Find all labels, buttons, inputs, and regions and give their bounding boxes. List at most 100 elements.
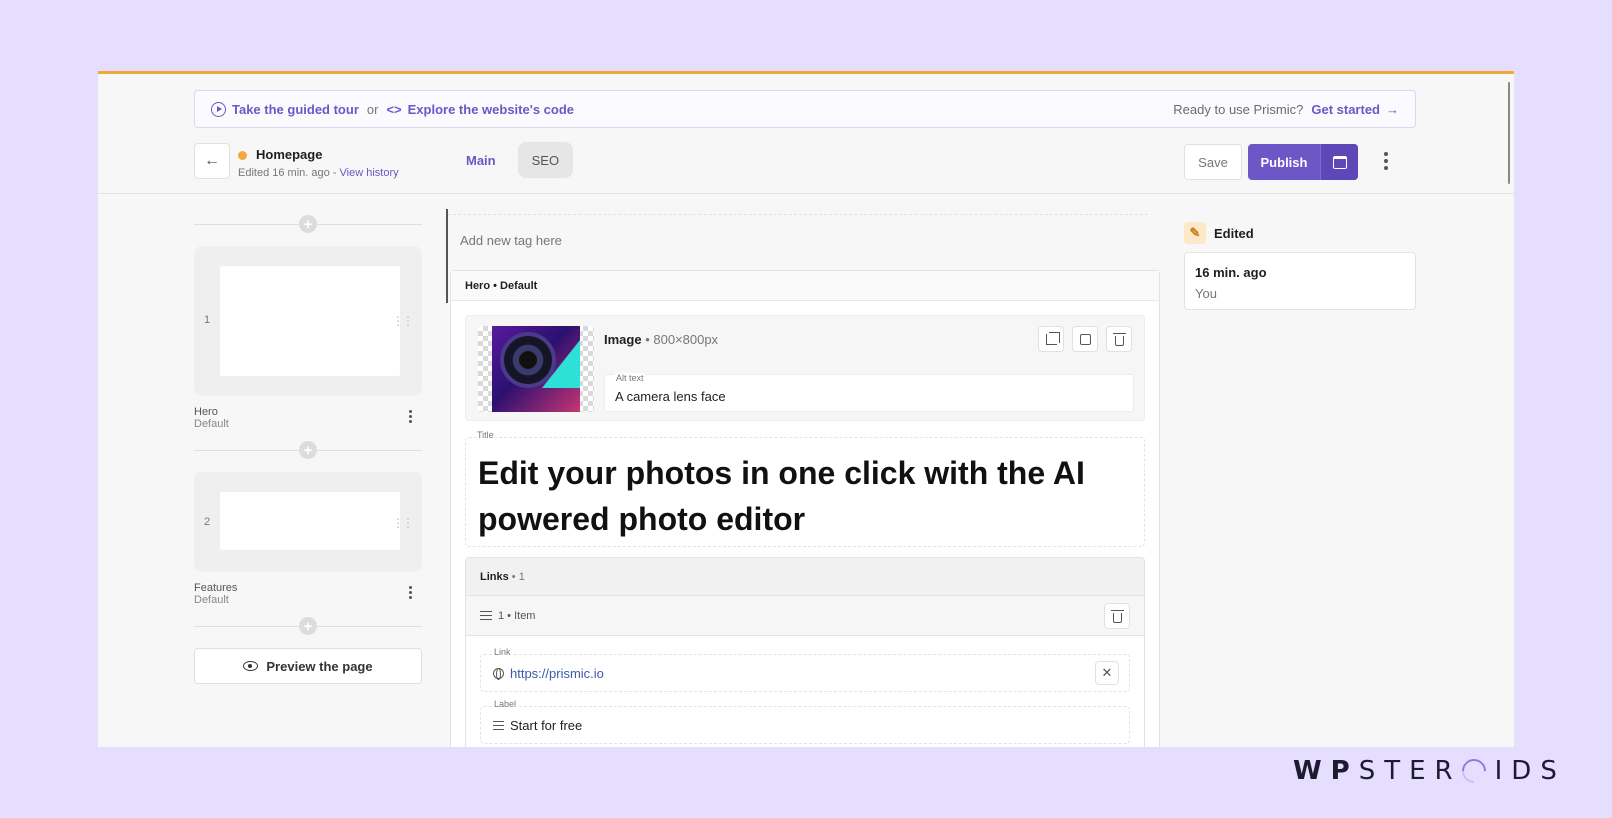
banner-right: Ready to use Prismic? Get started →	[1173, 102, 1399, 117]
slice-editor-hero: Hero • Default Image • 800×800px Alt tex…	[450, 270, 1160, 747]
back-button[interactable]: ←	[194, 143, 230, 179]
drag-handle-icon[interactable]: ⋮⋮	[392, 516, 414, 530]
alt-text-label: Alt text	[615, 373, 645, 383]
arrow-right-icon: →	[1386, 101, 1399, 117]
slice-name: Features	[194, 582, 238, 594]
slice-variation: Default	[194, 594, 229, 606]
image-replace-icon	[1079, 333, 1091, 345]
title-field[interactable]: Title Edit your photos in one click with…	[465, 430, 1145, 547]
image-field: Image • 800×800px Alt text A camera lens…	[465, 315, 1145, 421]
slice-index: 2	[204, 516, 211, 528]
document-meta: Edited 16 min. ago - View history	[238, 167, 399, 179]
links-count: • 1	[508, 571, 525, 583]
code-icon: <>	[386, 101, 402, 117]
close-icon: ✕	[1101, 665, 1113, 680]
ready-text: Ready to use Prismic?	[1173, 101, 1304, 117]
edited-text: Edited 16 min. ago -	[238, 167, 340, 179]
image-dimensions: • 800×800px	[641, 332, 719, 347]
logo-text-b: IDS	[1494, 756, 1566, 786]
add-slice-divider: +	[194, 214, 422, 234]
trash-icon	[1110, 609, 1124, 623]
image-actions	[1038, 326, 1132, 352]
add-slice-button[interactable]: +	[299, 215, 317, 233]
label-text: Start for free	[510, 718, 583, 733]
status-dot	[238, 151, 247, 160]
drag-handle-icon[interactable]: ⋮⋮	[392, 314, 414, 328]
logo-text-a: STER	[1358, 756, 1462, 786]
guided-tour-link[interactable]: Take the guided tour	[211, 101, 359, 117]
history-time: 16 min. ago	[1195, 265, 1267, 280]
slice-label-features: Features Default	[194, 582, 422, 606]
alt-text-value: A camera lens face	[615, 389, 726, 404]
delete-item-button[interactable]	[1104, 603, 1130, 629]
prismic-editor-window: Take the guided tour or <> Explore the w…	[98, 71, 1514, 747]
guided-tour-label: Take the guided tour	[232, 101, 359, 117]
links-group: Links • 1 1 • Item Link https://prismic.…	[465, 557, 1145, 747]
label-field[interactable]: Label Start for free	[480, 699, 1130, 744]
status-header: ✎ Edited	[1184, 222, 1254, 244]
crop-icon	[1045, 331, 1060, 345]
slice-options-button[interactable]	[409, 410, 412, 423]
image-label: Image	[604, 332, 642, 347]
get-started-link[interactable]: Get started →	[1311, 102, 1399, 117]
publish-button[interactable]: Publish	[1248, 144, 1320, 180]
alt-text-field[interactable]: Alt text A camera lens face	[604, 373, 1134, 412]
image-title: Image • 800×800px	[604, 332, 718, 347]
wpsteroids-logo: WP STER IDS	[1293, 754, 1566, 788]
slice-options-button[interactable]	[409, 586, 412, 599]
cyan-triangle	[542, 340, 580, 388]
slice-name: Hero	[194, 406, 218, 418]
item-label: 1 • Item	[498, 609, 536, 622]
view-history-link[interactable]: View history	[340, 167, 399, 179]
onboarding-banner: Take the guided tour or <> Explore the w…	[194, 90, 1416, 128]
replace-image-button[interactable]	[1072, 326, 1098, 352]
history-user: You	[1195, 286, 1217, 301]
slice-variation: Default	[194, 418, 229, 430]
slice-label-hero: Hero Default	[194, 406, 422, 430]
label-value: Start for free	[493, 718, 582, 733]
explore-code-label: Explore the website's code	[407, 101, 575, 117]
or-text: or	[366, 101, 379, 117]
add-slice-button[interactable]: +	[299, 617, 317, 635]
slice-card-features[interactable]: 2 ⋮⋮	[194, 472, 422, 572]
image-thumbnail[interactable]	[478, 326, 594, 412]
tab-main[interactable]: Main	[452, 142, 510, 178]
tab-seo[interactable]: SEO	[517, 142, 574, 178]
save-button[interactable]: Save	[1184, 144, 1242, 180]
title-value: Edit your photos in one click with the A…	[478, 455, 1085, 537]
title-label: Title	[476, 430, 495, 440]
add-slice-divider: +	[194, 440, 422, 460]
link-value: https://prismic.io	[493, 666, 604, 681]
link-field[interactable]: Link https://prismic.io ✕	[480, 647, 1130, 692]
slice-card-hero[interactable]: 1 ⋮⋮	[194, 246, 422, 396]
slice-header: Hero • Default	[451, 271, 1159, 301]
links-header: Links • 1	[466, 558, 1144, 596]
delete-image-button[interactable]	[1106, 326, 1132, 352]
document-tabs: Main SEO	[452, 142, 574, 178]
links-label: Links	[480, 571, 509, 583]
add-slice-divider: +	[194, 616, 422, 636]
play-icon	[211, 101, 226, 117]
scrollbar[interactable]	[1508, 82, 1510, 184]
add-slice-button[interactable]: +	[299, 441, 317, 459]
crop-button[interactable]	[1038, 326, 1064, 352]
eye-icon	[243, 661, 259, 671]
status-label: Edited	[1214, 225, 1254, 241]
schedule-button[interactable]	[1320, 144, 1358, 180]
clear-link-button[interactable]: ✕	[1095, 661, 1119, 685]
slice-index: 1	[204, 314, 211, 326]
explore-code-link[interactable]: <> Explore the website's code	[386, 102, 574, 117]
more-options-button[interactable]	[1384, 152, 1388, 170]
logo-bold: WP	[1293, 756, 1359, 786]
link-url[interactable]: https://prismic.io	[510, 666, 604, 681]
link-label: Link	[493, 647, 512, 657]
preview-label: Preview the page	[266, 658, 373, 674]
dot-icon	[1384, 152, 1388, 156]
preview-page-button[interactable]: Preview the page	[194, 648, 422, 684]
label-label: Label	[493, 699, 518, 709]
calendar-icon	[1332, 155, 1347, 169]
history-entry[interactable]: 16 min. ago You	[1184, 252, 1416, 310]
tag-input[interactable]: Add new tag here	[448, 214, 1148, 262]
document-header: ← Homepage Edited 16 min. ago - View his…	[98, 134, 1514, 194]
group-item-row: 1 • Item	[466, 596, 1144, 636]
